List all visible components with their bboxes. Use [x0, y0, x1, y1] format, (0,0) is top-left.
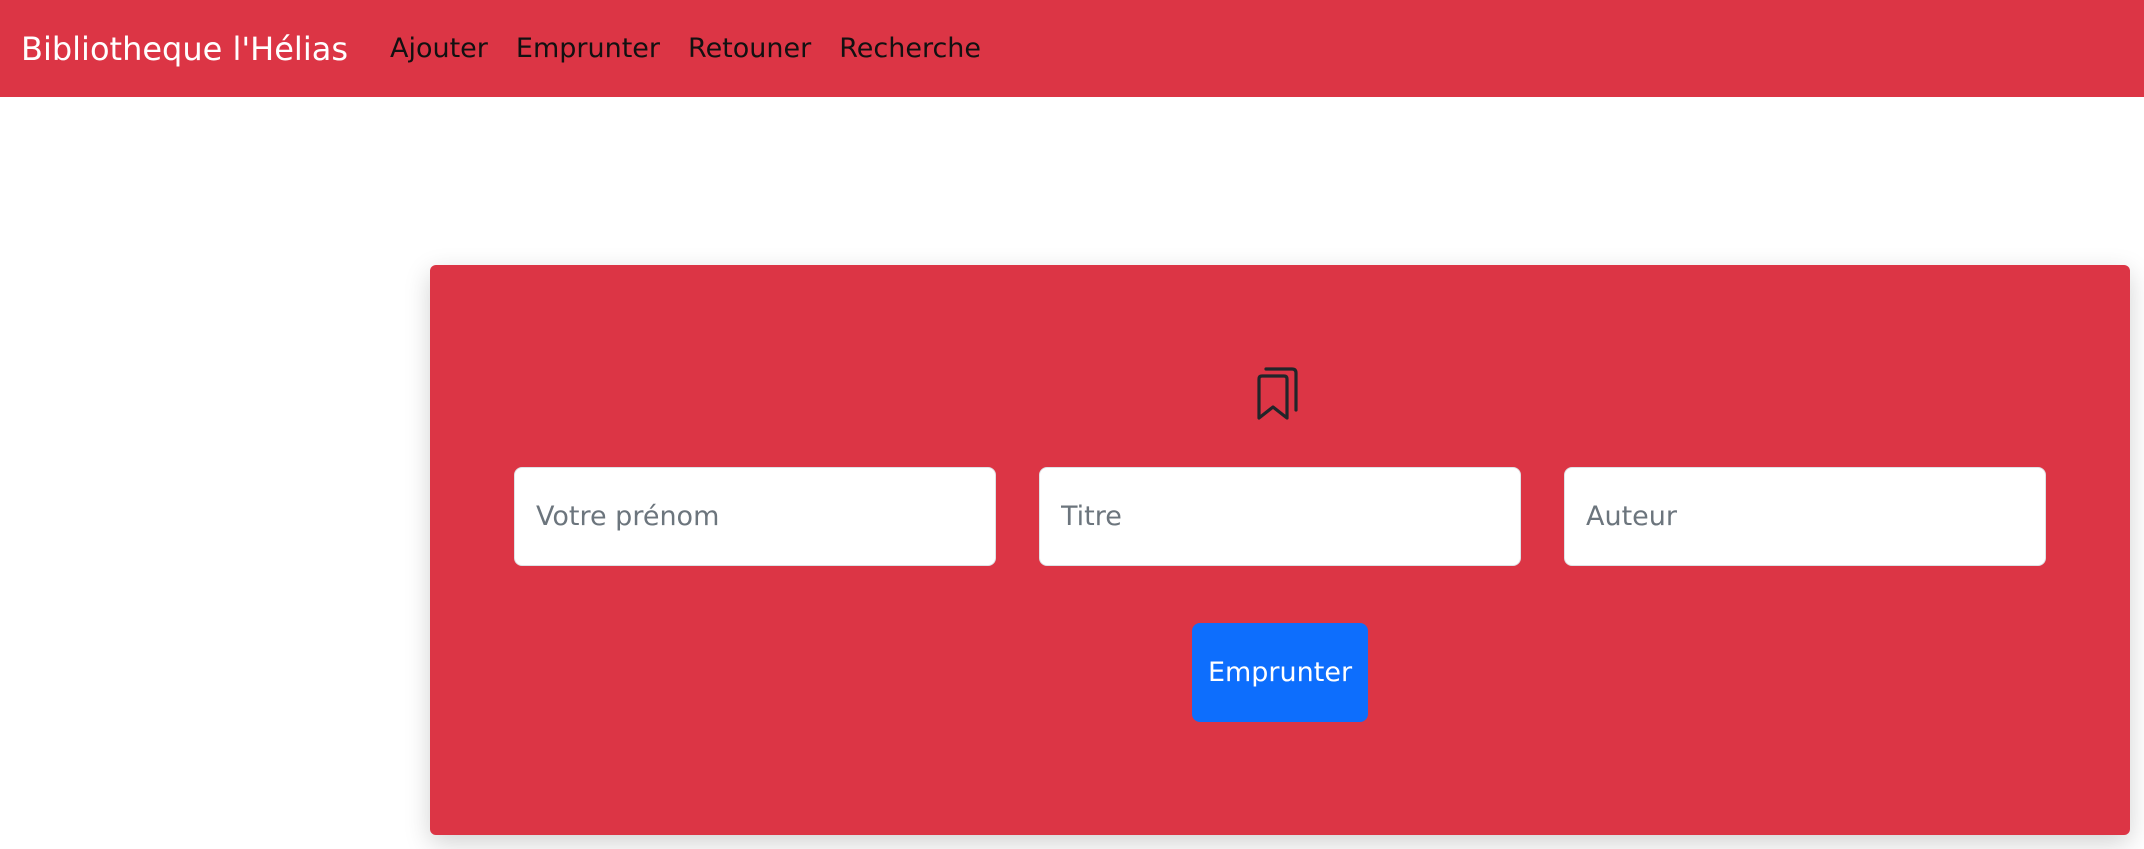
- nav-link-emprunter[interactable]: Emprunter: [516, 33, 660, 64]
- titre-input[interactable]: [1039, 467, 1521, 566]
- nav-links: Ajouter Emprunter Retouner Recherche: [390, 33, 1009, 64]
- top-navbar: Bibliotheque l'Hélias Ajouter Emprunter …: [0, 0, 2144, 97]
- nav-link-ajouter[interactable]: Ajouter: [390, 33, 488, 64]
- bookmarks-icon: [1257, 367, 1298, 420]
- auteur-input[interactable]: [1564, 467, 2046, 566]
- nav-link-recherche[interactable]: Recherche: [839, 33, 981, 64]
- prenom-input[interactable]: [514, 467, 996, 566]
- emprunter-button[interactable]: Emprunter: [1192, 623, 1368, 722]
- borrow-form-card: Emprunter: [430, 265, 2130, 835]
- nav-link-retouner[interactable]: Retouner: [688, 33, 811, 64]
- brand-link[interactable]: Bibliotheque l'Hélias: [21, 30, 348, 68]
